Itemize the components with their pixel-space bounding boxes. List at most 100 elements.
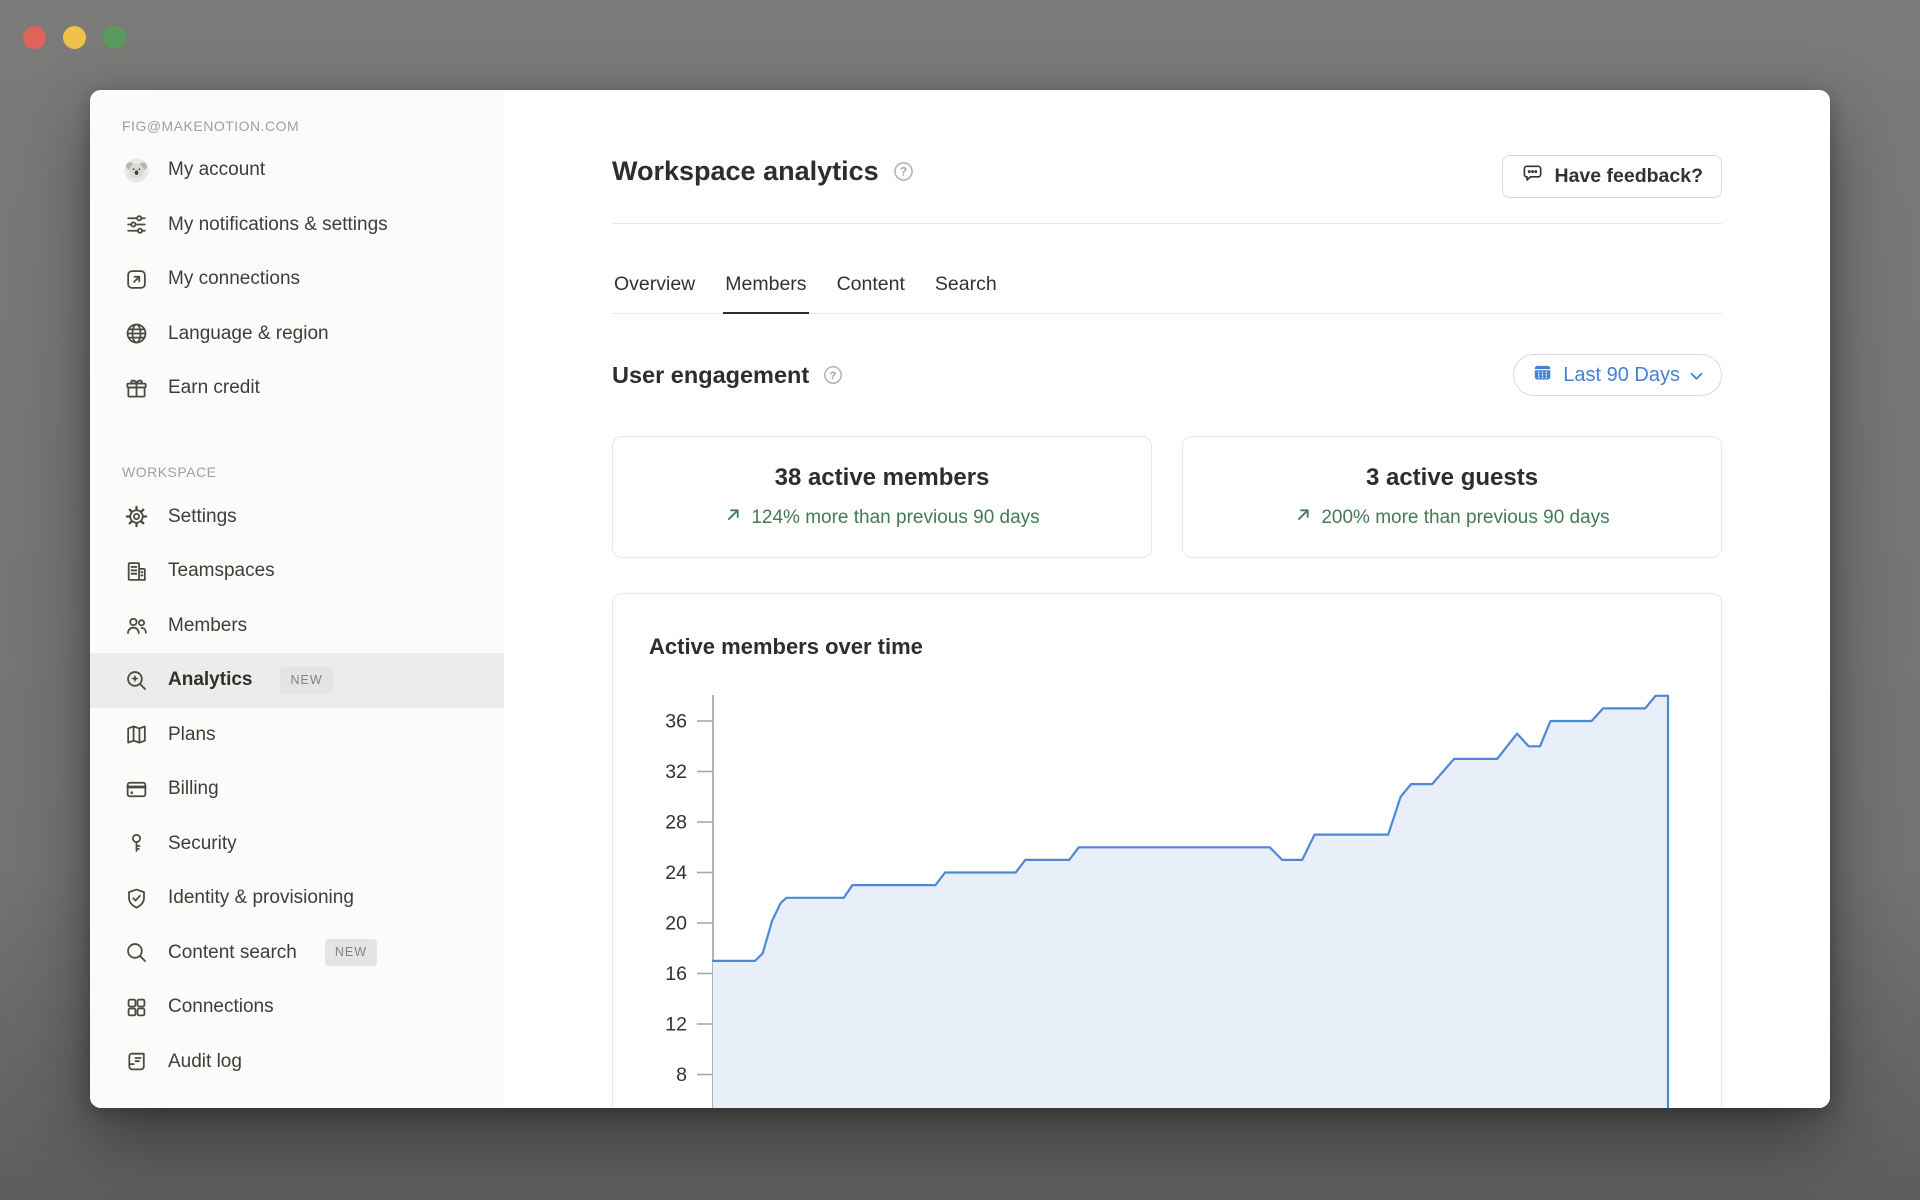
stat-delta-label: 200% more than previous 90 days <box>1321 507 1609 529</box>
sidebar-item-label: Plans <box>168 721 216 750</box>
analytics-main-panel: Workspace analytics ? Have feedback? Ove… <box>504 90 1830 1108</box>
svg-text:16: 16 <box>665 963 687 985</box>
settings-dialog: FIG@MAKENOTION.COM My account <box>90 90 1830 1108</box>
tab-members[interactable]: Members <box>723 273 808 313</box>
sidebar-item-identity-provisioning[interactable]: Identity & provisioning <box>90 871 504 926</box>
active-guests-stat-card: 3 active guests 200% more than previous … <box>1182 436 1722 558</box>
map-icon <box>122 721 150 749</box>
active-members-area-chart: 36 32 28 24 20 16 12 8 <box>613 594 1721 1108</box>
sidebar-item-label: Identity & provisioning <box>168 884 354 913</box>
koala-avatar <box>122 156 150 184</box>
svg-text:12: 12 <box>665 1014 687 1036</box>
active-members-chart-card: Active members over time 363228242016128 <box>612 593 1722 1108</box>
credit-card-icon <box>122 775 150 803</box>
svg-text:32: 32 <box>665 761 687 783</box>
sidebar-item-label: My notifications & settings <box>168 211 388 240</box>
stat-delta: 200% more than previous 90 days <box>1294 505 1609 530</box>
sidebar-item-label: Billing <box>168 775 219 804</box>
sidebar-item-settings[interactable]: Settings <box>90 490 504 545</box>
sidebar-item-connections[interactable]: Connections <box>90 980 504 1035</box>
grid-icon <box>122 993 150 1021</box>
engagement-stats: 38 active members 124% more than previou… <box>612 436 1722 558</box>
sidebar-item-content-search[interactable]: Content search NEW <box>90 926 504 981</box>
sidebar-item-label: My connections <box>168 265 300 294</box>
svg-text:8: 8 <box>676 1064 687 1086</box>
sidebar-item-my-notifications-settings[interactable]: My notifications & settings <box>90 198 504 253</box>
date-range-dropdown[interactable]: Last 90 Days <box>1513 354 1722 396</box>
sidebar-item-earn-credit[interactable]: Earn credit <box>90 361 504 416</box>
building-icon <box>122 557 150 585</box>
window-controls <box>23 26 126 49</box>
gift-icon <box>122 374 150 402</box>
sidebar-item-my-connections[interactable]: My connections <box>90 252 504 307</box>
svg-text:24: 24 <box>665 862 687 884</box>
account-email-label: FIG@MAKENOTION.COM <box>90 118 504 134</box>
scroll-icon <box>122 1048 150 1076</box>
svg-text:36: 36 <box>665 711 687 733</box>
sidebar-item-label: Teamspaces <box>168 557 275 586</box>
svg-text:?: ? <box>900 167 907 179</box>
arrow-up-right-box-icon <box>122 265 150 293</box>
have-feedback-button[interactable]: Have feedback? <box>1502 155 1723 198</box>
sidebar-item-language-region[interactable]: Language & region <box>90 307 504 362</box>
sidebar-item-teamspaces[interactable]: Teamspaces <box>90 544 504 599</box>
analytics-tabs: Overview Members Content Search <box>612 273 1722 314</box>
tab-search[interactable]: Search <box>933 273 999 313</box>
screen: { "colors": { "accent_blue": "#4480d7", … <box>0 0 1920 1200</box>
svg-text:20: 20 <box>665 913 687 935</box>
sidebar-item-members[interactable]: Members <box>90 599 504 654</box>
page-title: Workspace analytics <box>612 156 879 187</box>
new-badge: NEW <box>325 939 377 966</box>
minimize-button[interactable] <box>63 26 86 49</box>
stat-value: 38 active members <box>775 464 990 492</box>
magnifier-sparkle-icon <box>122 666 150 694</box>
globe-icon <box>122 320 150 348</box>
tab-overview[interactable]: Overview <box>612 273 697 313</box>
sidebar-item-label: Audit log <box>168 1048 242 1077</box>
sidebar-item-label: Connections <box>168 993 274 1022</box>
sidebar-item-security[interactable]: Security <box>90 817 504 872</box>
workspace-section-label: WORKSPACE <box>90 464 504 480</box>
shield-check-icon <box>122 884 150 912</box>
svg-text:?: ? <box>830 370 837 382</box>
magnifier-icon <box>122 939 150 967</box>
svg-text:28: 28 <box>665 812 687 834</box>
sidebar-item-label: Language & region <box>168 320 329 349</box>
help-icon[interactable]: ? <box>892 160 915 183</box>
sidebar-item-billing[interactable]: Billing <box>90 762 504 817</box>
sidebar-item-label: Earn credit <box>168 374 260 403</box>
sidebar-item-label: Analytics <box>168 666 252 695</box>
sidebar-item-label: Security <box>168 830 237 859</box>
stat-value: 3 active guests <box>1366 464 1538 492</box>
chevron-down-icon <box>1690 364 1703 387</box>
new-badge: NEW <box>280 667 332 694</box>
sliders-icon <box>122 211 150 239</box>
stat-delta-label: 124% more than previous 90 days <box>751 507 1039 529</box>
sidebar-item-plans[interactable]: Plans <box>90 708 504 763</box>
header-divider <box>612 223 1722 224</box>
sidebar-item-label: Members <box>168 612 247 641</box>
tab-content[interactable]: Content <box>835 273 907 313</box>
sidebar-item-audit-log[interactable]: Audit log <box>90 1035 504 1090</box>
date-range-label: Last 90 Days <box>1563 364 1680 387</box>
arrow-up-right-icon <box>724 505 743 530</box>
sidebar-item-analytics[interactable]: Analytics NEW <box>90 653 504 708</box>
feedback-button-label: Have feedback? <box>1555 165 1704 188</box>
sidebar-item-label: Content search <box>168 939 297 968</box>
people-icon <box>122 612 150 640</box>
stat-delta: 124% more than previous 90 days <box>724 505 1039 530</box>
sidebar-item-label: My account <box>168 156 265 185</box>
help-icon[interactable]: ? <box>822 364 844 386</box>
sidebar-item-my-account[interactable]: My account <box>90 143 504 198</box>
close-button[interactable] <box>23 26 46 49</box>
zoom-button[interactable] <box>103 26 126 49</box>
speech-bubble-icon <box>1521 162 1544 191</box>
gear-icon <box>122 503 150 531</box>
section-title: User engagement <box>612 362 809 389</box>
sidebar-item-label: Settings <box>168 503 237 532</box>
active-members-stat-card: 38 active members 124% more than previou… <box>612 436 1152 558</box>
key-icon <box>122 830 150 858</box>
calendar-icon <box>1532 362 1553 389</box>
user-engagement-header: User engagement ? <box>612 354 1722 396</box>
arrow-up-right-icon <box>1294 505 1313 530</box>
